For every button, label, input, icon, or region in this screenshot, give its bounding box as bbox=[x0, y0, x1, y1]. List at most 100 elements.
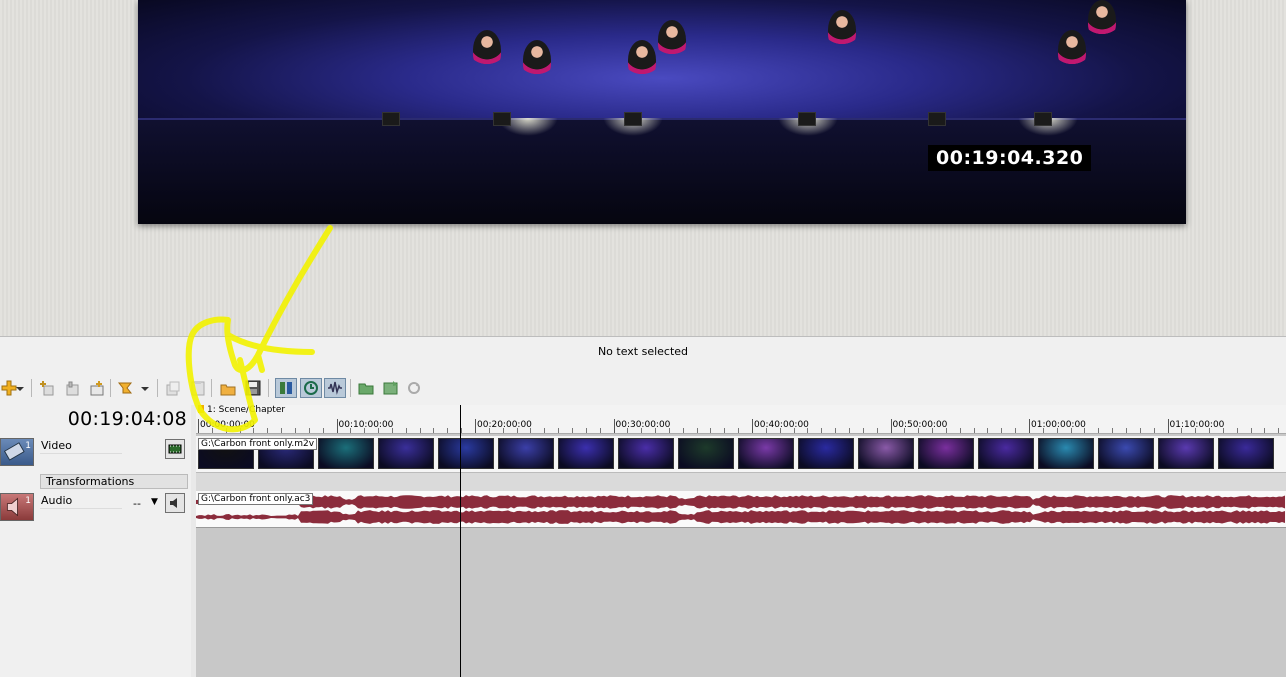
ruler-tick-label: 01:10:00:00 bbox=[1169, 420, 1225, 430]
video-clip-icon[interactable] bbox=[357, 379, 375, 397]
open-folder-icon[interactable] bbox=[219, 379, 237, 397]
dancer bbox=[1088, 0, 1116, 40]
ruler-minor-tick bbox=[253, 428, 255, 433]
ruler-minor-tick bbox=[1278, 428, 1280, 433]
dancer bbox=[1058, 30, 1086, 70]
track-headers: 00:19:04:08 1 Video Transformations 1 Au… bbox=[0, 405, 191, 677]
audio-track-name-box[interactable]: Audio bbox=[40, 494, 122, 509]
ruler-minor-tick bbox=[1209, 428, 1211, 433]
audio-track-icon: 1 bbox=[0, 493, 34, 521]
transformations-track-lane[interactable] bbox=[196, 472, 1286, 492]
audio-level-dropdown-icon[interactable]: ▼ bbox=[151, 497, 158, 507]
video-thumbnail bbox=[378, 438, 434, 469]
scene-view-icon[interactable] bbox=[275, 378, 297, 398]
copy-icon[interactable] bbox=[164, 379, 182, 397]
timeline-ruler[interactable]: 1: Scene/Chapter 00:00:00:00 00:10:00:00 0… bbox=[196, 405, 1286, 434]
ruler-minor-tick bbox=[516, 428, 518, 433]
ruler-minor-tick bbox=[1222, 428, 1224, 433]
audio-track-lane[interactable]: G:\Carbon front only.ac3 bbox=[196, 491, 1286, 528]
dropdown-arrow-icon[interactable] bbox=[14, 379, 26, 397]
ruler-minor-tick bbox=[959, 428, 961, 433]
timecode-overlay: 00:19:04.320 bbox=[928, 145, 1092, 171]
ruler-minor-tick bbox=[918, 428, 920, 433]
image-clip-icon[interactable] bbox=[382, 379, 400, 397]
ruler-minor-tick bbox=[433, 428, 435, 433]
chapter-label: 1: Scene/Chapter bbox=[207, 405, 286, 415]
ruler-minor-tick bbox=[585, 428, 587, 433]
playhead[interactable] bbox=[460, 405, 461, 677]
ruler-minor-tick bbox=[419, 428, 421, 433]
stage-light bbox=[382, 112, 400, 126]
timeline[interactable]: 1: Scene/Chapter 00:00:00:00 00:10:00:00 0… bbox=[191, 405, 1286, 677]
insert-menu-icon[interactable] bbox=[63, 379, 81, 397]
ruler-minor-tick bbox=[488, 428, 490, 433]
insert-button-icon[interactable] bbox=[88, 379, 106, 397]
dancer bbox=[658, 20, 686, 60]
stage-light bbox=[928, 112, 946, 126]
marker-dropdown-icon[interactable] bbox=[139, 379, 151, 397]
ruler-minor-tick bbox=[281, 428, 283, 433]
video-thumbnail bbox=[738, 438, 794, 469]
ruler-minor-tick bbox=[641, 428, 643, 433]
chapter-marker[interactable]: 1: Scene/Chapter bbox=[198, 405, 285, 415]
video-preview[interactable]: 00:19:04.320 bbox=[138, 0, 1186, 224]
ruler-minor-tick bbox=[239, 428, 241, 433]
video-track-lane[interactable]: G:\Carbon front only.m2v bbox=[196, 436, 1286, 472]
ruler-minor-tick bbox=[350, 428, 352, 433]
timeline-toolbar bbox=[0, 365, 1286, 407]
audio-waveform-left bbox=[196, 495, 1285, 509]
insert-clip-icon[interactable] bbox=[39, 379, 57, 397]
ruler-minor-tick bbox=[765, 428, 767, 433]
audio-clip-label[interactable]: G:\Carbon front only.ac3 bbox=[198, 493, 314, 505]
ruler-minor-tick bbox=[211, 428, 213, 433]
ruler-minor-tick bbox=[987, 428, 989, 433]
ruler-minor-tick bbox=[932, 428, 934, 433]
ruler-minor-tick bbox=[294, 428, 296, 433]
ruler-tick-label: 00:40:00:00 bbox=[754, 420, 809, 430]
filmstrip-toggle-icon[interactable] bbox=[165, 439, 185, 459]
ruler-tick-label: 00:10:00:00 bbox=[338, 420, 394, 430]
ruler-minor-tick bbox=[225, 428, 227, 433]
ruler-minor-tick bbox=[724, 428, 726, 433]
waveform-icon[interactable] bbox=[324, 378, 346, 398]
video-thumbnail bbox=[1158, 438, 1214, 469]
current-time-display: 00:19:04:08 bbox=[67, 408, 187, 430]
transformations-track-label[interactable]: Transformations bbox=[40, 474, 188, 489]
toolbar-separator bbox=[211, 379, 212, 397]
chapter-flag-icon bbox=[198, 405, 204, 413]
waveform-shape bbox=[196, 510, 1285, 524]
paste-icon[interactable] bbox=[189, 379, 207, 397]
dancer bbox=[828, 10, 856, 50]
video-track-name-box[interactable]: Video bbox=[40, 439, 122, 454]
save-icon[interactable] bbox=[244, 379, 262, 397]
ruler-minor-tick bbox=[267, 428, 269, 433]
status-text: No text selected bbox=[597, 345, 689, 358]
ruler-minor-tick bbox=[779, 428, 781, 433]
toolbar-separator bbox=[157, 379, 158, 397]
dancer bbox=[523, 40, 551, 80]
speaker-icon[interactable] bbox=[165, 493, 185, 513]
ruler-minor-tick bbox=[1250, 428, 1252, 433]
video-clip-label[interactable]: G:\Carbon front only.m2v bbox=[198, 438, 318, 450]
ruler-minor-tick bbox=[1056, 428, 1058, 433]
ruler-tick-label: 00:00:00:00 bbox=[200, 420, 255, 430]
ruler-tick-label: 00:50:00:00 bbox=[892, 420, 948, 430]
status-bar: No text selected bbox=[0, 336, 1286, 366]
stage-light bbox=[1034, 112, 1052, 126]
stage-light bbox=[493, 112, 511, 126]
ruler-major-tick bbox=[613, 419, 615, 433]
ruler-minor-tick bbox=[571, 428, 573, 433]
audio-level-value: -- bbox=[133, 497, 141, 510]
ruler-minor-tick bbox=[1112, 428, 1114, 433]
ruler-minor-tick bbox=[1195, 428, 1197, 433]
audio-track-header[interactable]: 1 Audio bbox=[0, 491, 191, 527]
video-track-header[interactable]: 1 Video bbox=[0, 436, 191, 472]
sync-icon[interactable] bbox=[300, 378, 322, 398]
video-thumbnail bbox=[978, 438, 1034, 469]
marker-icon[interactable] bbox=[116, 379, 134, 397]
video-track-number: 1 bbox=[25, 441, 31, 451]
ruler-minor-tick bbox=[558, 428, 560, 433]
ruler-minor-tick bbox=[655, 428, 657, 433]
ruler-minor-tick bbox=[530, 428, 532, 433]
refresh-icon[interactable] bbox=[405, 379, 423, 397]
